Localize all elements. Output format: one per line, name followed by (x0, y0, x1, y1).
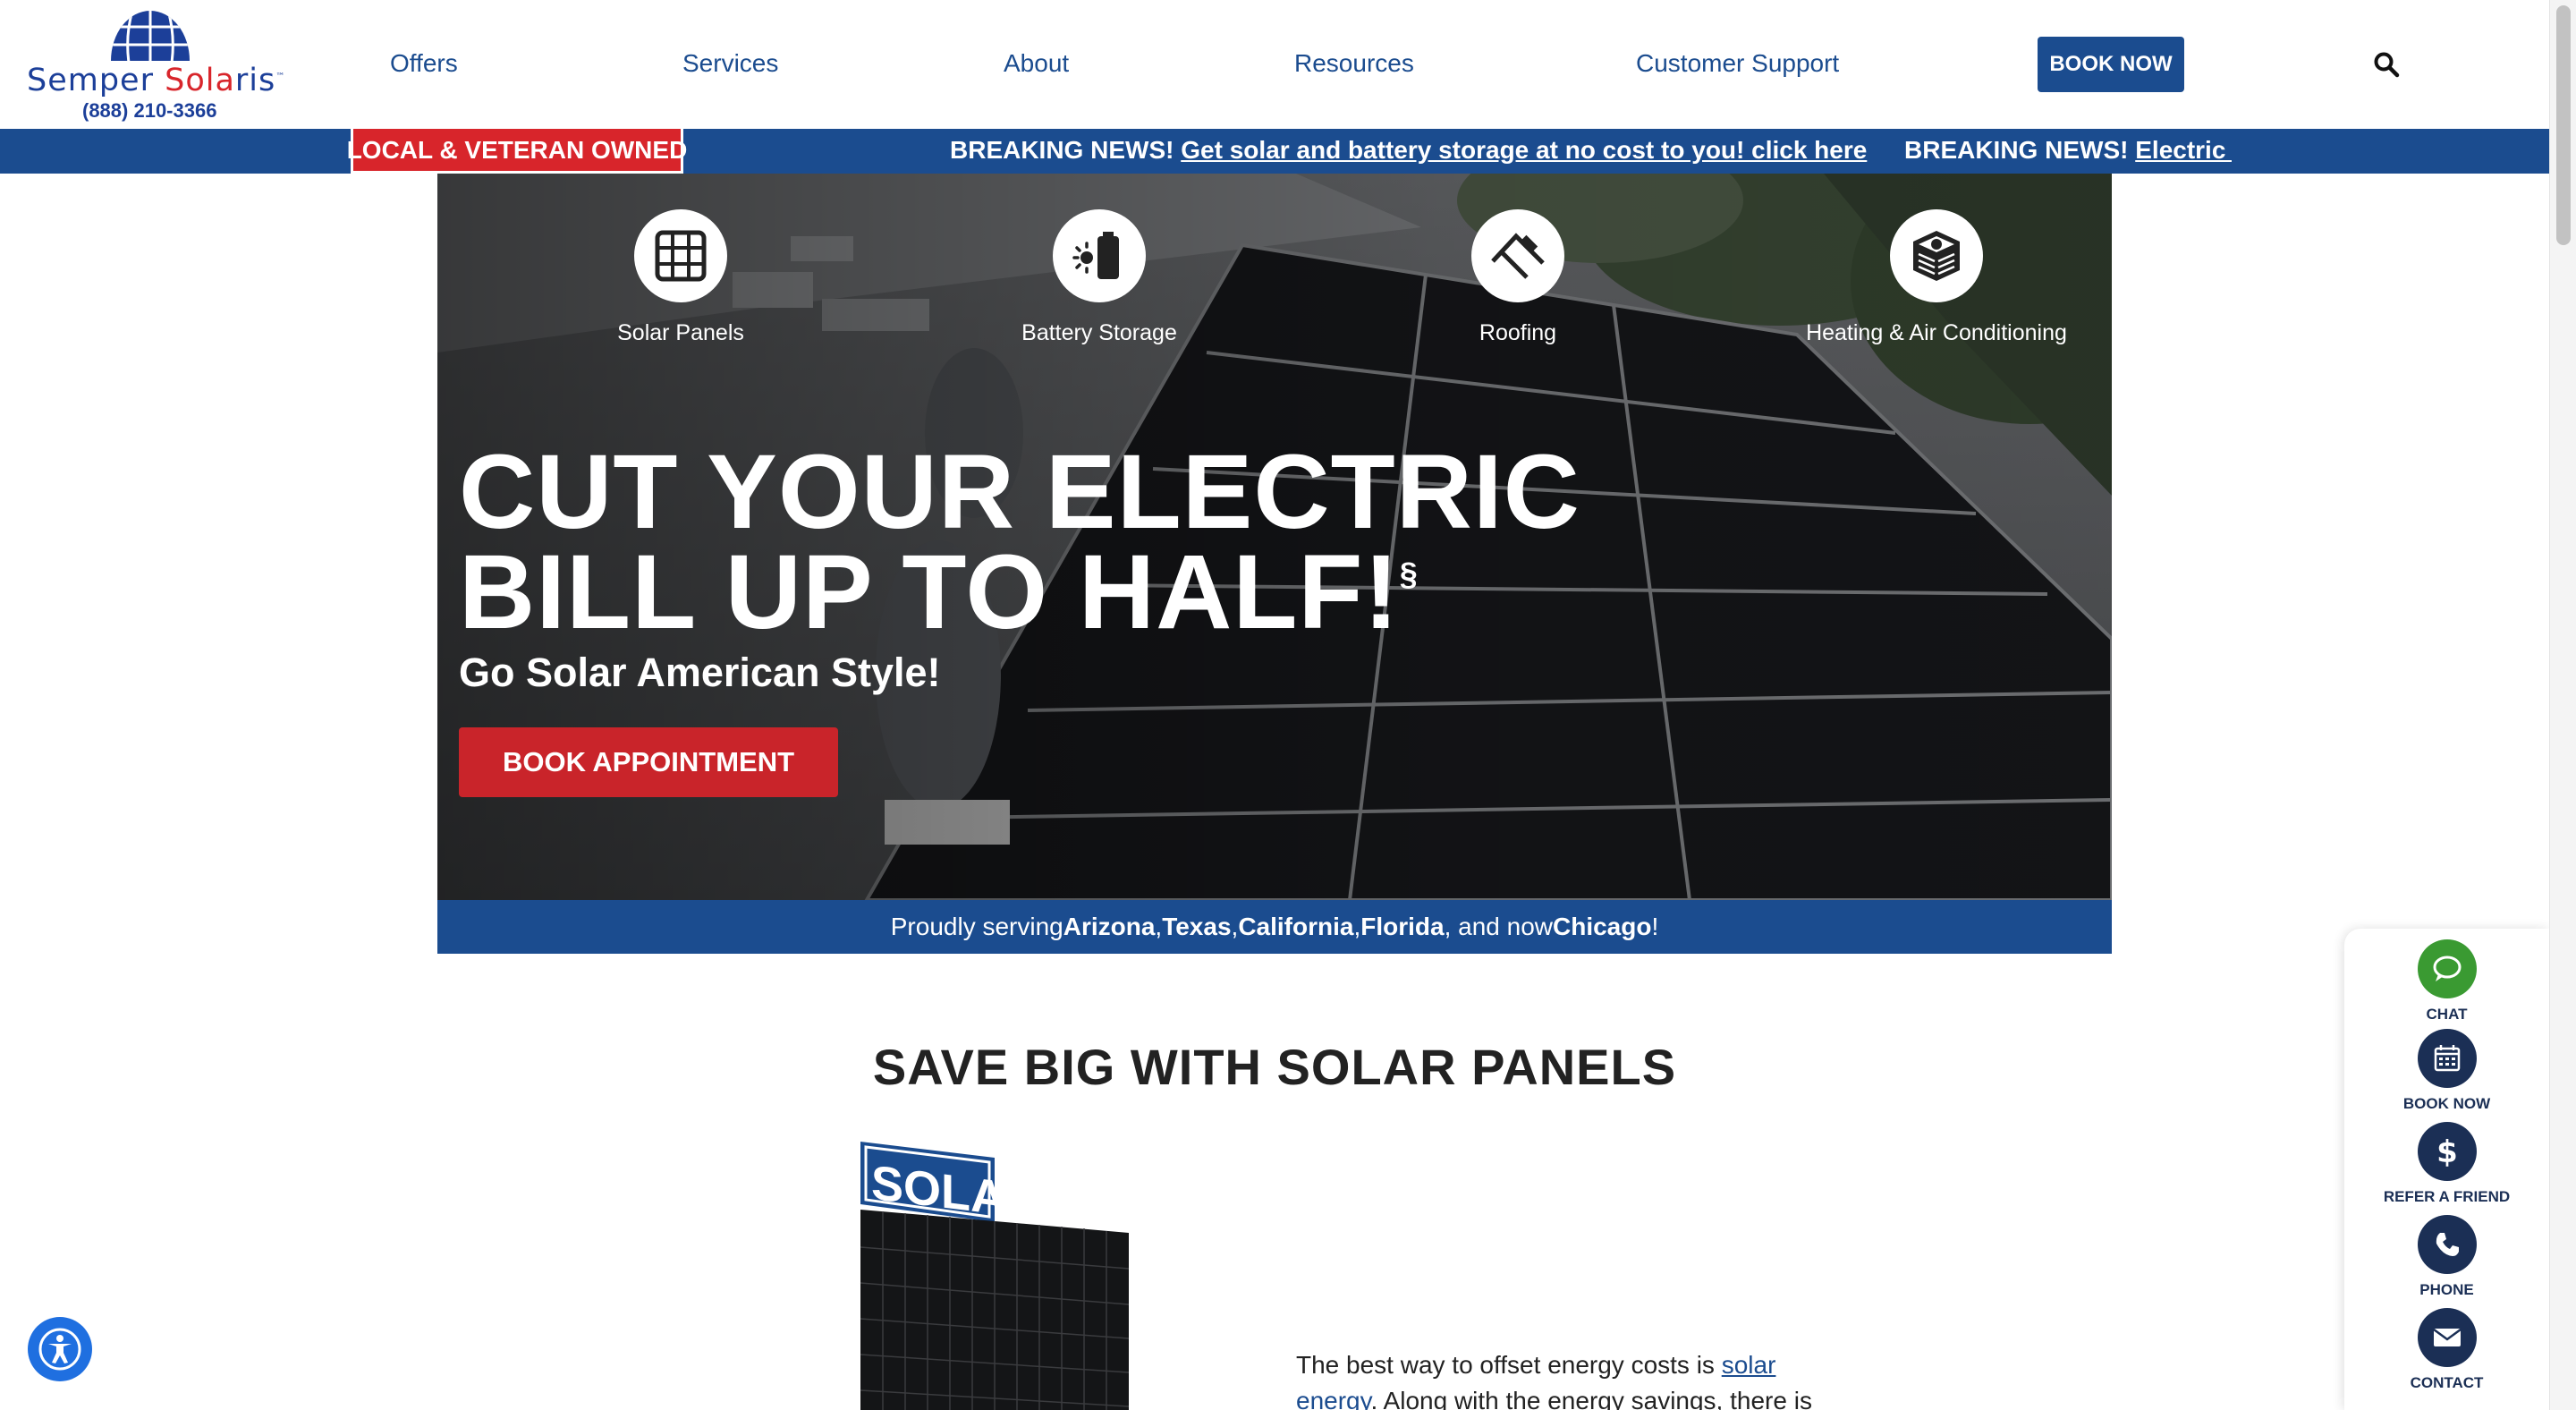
contact-action[interactable]: CONTACT (2344, 1308, 2549, 1392)
battery-icon-badge (1053, 209, 1146, 302)
solar-panel-icon (655, 230, 707, 282)
chat-icon (2417, 939, 2477, 998)
service-label: Solar Panels (617, 320, 744, 345)
section-title: SAVE BIG WITH SOLAR PANELS (872, 1039, 1677, 1095)
solar-panel-icon-badge (634, 209, 727, 302)
roof-icon (1491, 233, 1545, 279)
headline-line-2: BILL UP TO HALF!§ (459, 533, 1419, 651)
envelope-icon (2417, 1308, 2477, 1367)
scrollbar-thumb[interactable] (2556, 5, 2571, 245)
calendar-icon (2417, 1029, 2477, 1088)
book-appointment-button[interactable]: BOOK APPOINTMENT (459, 727, 838, 797)
solar-panel-image: SOLAR (860, 1142, 1130, 1410)
phone-action[interactable]: PHONE (2344, 1215, 2549, 1299)
veteran-owned-badge: LOCAL & VETERAN OWNED (347, 129, 687, 174)
site-header: Semper Solaris™ (888) 210-3366 Offers Se… (0, 0, 2549, 129)
logo[interactable]: Semper Solaris™ (888) 210-3366 (27, 7, 286, 123)
header-phone[interactable]: (888) 210-3366 (82, 99, 216, 123)
breaking-news-link[interactable]: Get solar and battery storage at no cost… (1181, 136, 1867, 164)
book-now-action[interactable]: BOOK NOW (2344, 1029, 2549, 1113)
headline-footnote-mark: § (1399, 556, 1419, 592)
hvac-icon-badge (1890, 209, 1983, 302)
section-body-text: The best way to offset energy costs is s… (1296, 1347, 1833, 1410)
nav-about[interactable]: About (1004, 49, 1069, 78)
service-label: Roofing (1479, 320, 1557, 345)
headline-line-1: CUT YOUR ELECTRIC (459, 433, 1580, 551)
refer-friend-action[interactable]: $ REFER A FRIEND (2344, 1122, 2549, 1206)
nav-offers[interactable]: Offers (390, 49, 458, 78)
service-heating-air[interactable]: Heating & Air Conditioning (1802, 209, 2071, 346)
roof-icon-badge (1471, 209, 1564, 302)
accessibility-button[interactable] (28, 1317, 92, 1381)
page-scrollbar[interactable] (2549, 0, 2576, 1410)
phone-icon (2417, 1215, 2477, 1274)
quick-actions-widget: CHAT BOOK NOW $ REFER A FRIEND PHONE CON… (2344, 929, 2549, 1410)
news-ticker-clip: BREAKING NEWS! Electric Co (1878, 129, 2232, 174)
service-area-strip: Proudly serving Arizona, Texas, Californi… (437, 900, 2112, 954)
book-now-button[interactable]: BOOK NOW (2038, 37, 2184, 92)
news-banner: LOCAL & VETERAN OWNED BREAKING NEWS! Get… (0, 129, 2549, 174)
logo-wordmark: Semper Solaris™ (27, 63, 286, 98)
hvac-icon (1913, 231, 1960, 281)
nav-services[interactable]: Services (682, 49, 778, 78)
globe-logo-icon (111, 11, 190, 61)
breaking-news-link-2[interactable]: Electric Co (2135, 136, 2232, 164)
service-solar-panels[interactable]: Solar Panels (547, 209, 815, 346)
breaking-news-2: BREAKING NEWS! Electric Co (1904, 136, 2232, 165)
search-icon[interactable] (2373, 51, 2400, 78)
breaking-news-1: BREAKING NEWS! Get solar and battery sto… (950, 136, 1868, 164)
service-label: Heating & Air Conditioning (1806, 320, 2067, 345)
svg-text:$: $ (2436, 1134, 2458, 1169)
chat-action[interactable]: CHAT (2344, 939, 2549, 1024)
nav-customer-support[interactable]: Customer Support (1636, 49, 1839, 78)
hero-section: Solar Panels Battery Storage Roofing Hea… (437, 174, 2112, 900)
accessibility-icon (38, 1328, 81, 1371)
service-battery-storage[interactable]: Battery Storage (965, 209, 1233, 346)
service-label: Battery Storage (1021, 320, 1177, 345)
dollar-icon: $ (2417, 1122, 2477, 1181)
service-roofing[interactable]: Roofing (1384, 209, 1652, 346)
hero-headline: CUT YOUR ELECTRIC BILL UP TO HALF!§ (459, 433, 1580, 651)
battery-icon (1072, 232, 1119, 279)
hero-subheadline: Go Solar American Style! (459, 650, 941, 695)
nav-resources[interactable]: Resources (1294, 49, 1414, 78)
